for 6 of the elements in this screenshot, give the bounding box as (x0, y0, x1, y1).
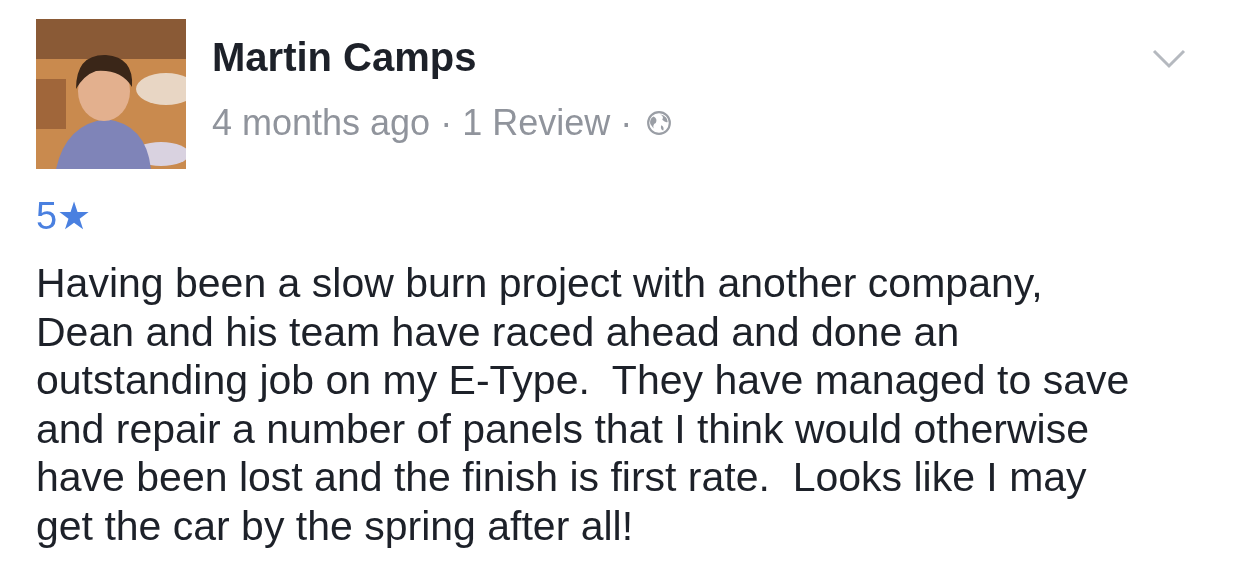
globe-icon (646, 110, 673, 136)
author-name[interactable]: Martin Camps (212, 35, 1152, 80)
review-meta: 4 months ago · 1 Review · (212, 102, 633, 144)
review-text: Having been a slow burn project with another company, Dean and his team have raced ahead and done an outstanding job on my E-Type. They have managed to save and repair a number of panels that I think would otherwise have been lost and the finish is first rate. Looks like I may get the car by the spring after all! (36, 259, 1131, 550)
score-label: 5★ (36, 195, 93, 237)
chevron-down-icon[interactable] (1152, 49, 1186, 69)
